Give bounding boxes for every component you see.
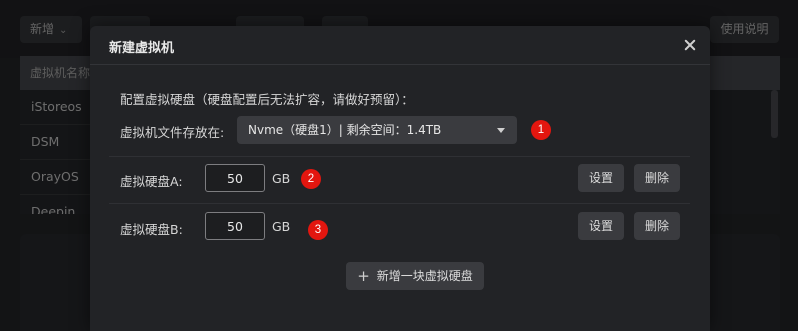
storage-select[interactable]: Nvme（硬盘1）| 剩余空间：1.4TB: [237, 116, 517, 144]
disk-a-delete-button[interactable]: 删除: [634, 164, 680, 192]
annotation-badge: 2: [301, 169, 321, 189]
section-label: 配置虚拟硬盘（硬盘配置后无法扩容，请做好预留）：: [120, 92, 414, 107]
plus-icon: +: [357, 267, 370, 285]
disk-b-settings-button[interactable]: 设置: [578, 212, 624, 240]
caret-down-icon: [497, 128, 505, 133]
add-virtual-disk-label: 新增一块虚拟硬盘: [376, 269, 473, 283]
storage-label: 虚拟机文件存放在:: [120, 125, 225, 140]
disk-a-size-input[interactable]: [205, 164, 265, 192]
storage-select-value: Nvme（硬盘1）| 剩余空间：1.4TB: [248, 123, 442, 137]
divider: [109, 156, 690, 157]
disk-a-settings-button[interactable]: 设置: [578, 164, 624, 192]
disk-a-unit: GB: [272, 171, 291, 186]
new-vm-dialog: 新建虚拟机 配置虚拟硬盘（硬盘配置后无法扩容，请做好预留）： 虚拟机文件存放在:…: [90, 26, 710, 331]
add-virtual-disk-button[interactable]: + 新增一块虚拟硬盘: [346, 262, 484, 290]
dialog-title: 新建虚拟机: [109, 41, 175, 56]
disk-b-label: 虚拟硬盘B:: [120, 222, 183, 237]
dialog-header: 新建虚拟机: [90, 26, 710, 65]
annotation-badge: 3: [308, 220, 328, 240]
close-icon[interactable]: [682, 37, 698, 53]
disk-a-label: 虚拟硬盘A:: [120, 174, 183, 189]
divider: [109, 203, 690, 204]
annotation-badge: 1: [531, 120, 551, 140]
disk-b-unit: GB: [272, 219, 291, 234]
disk-b-delete-button[interactable]: 删除: [634, 212, 680, 240]
disk-b-size-input[interactable]: [205, 212, 265, 240]
